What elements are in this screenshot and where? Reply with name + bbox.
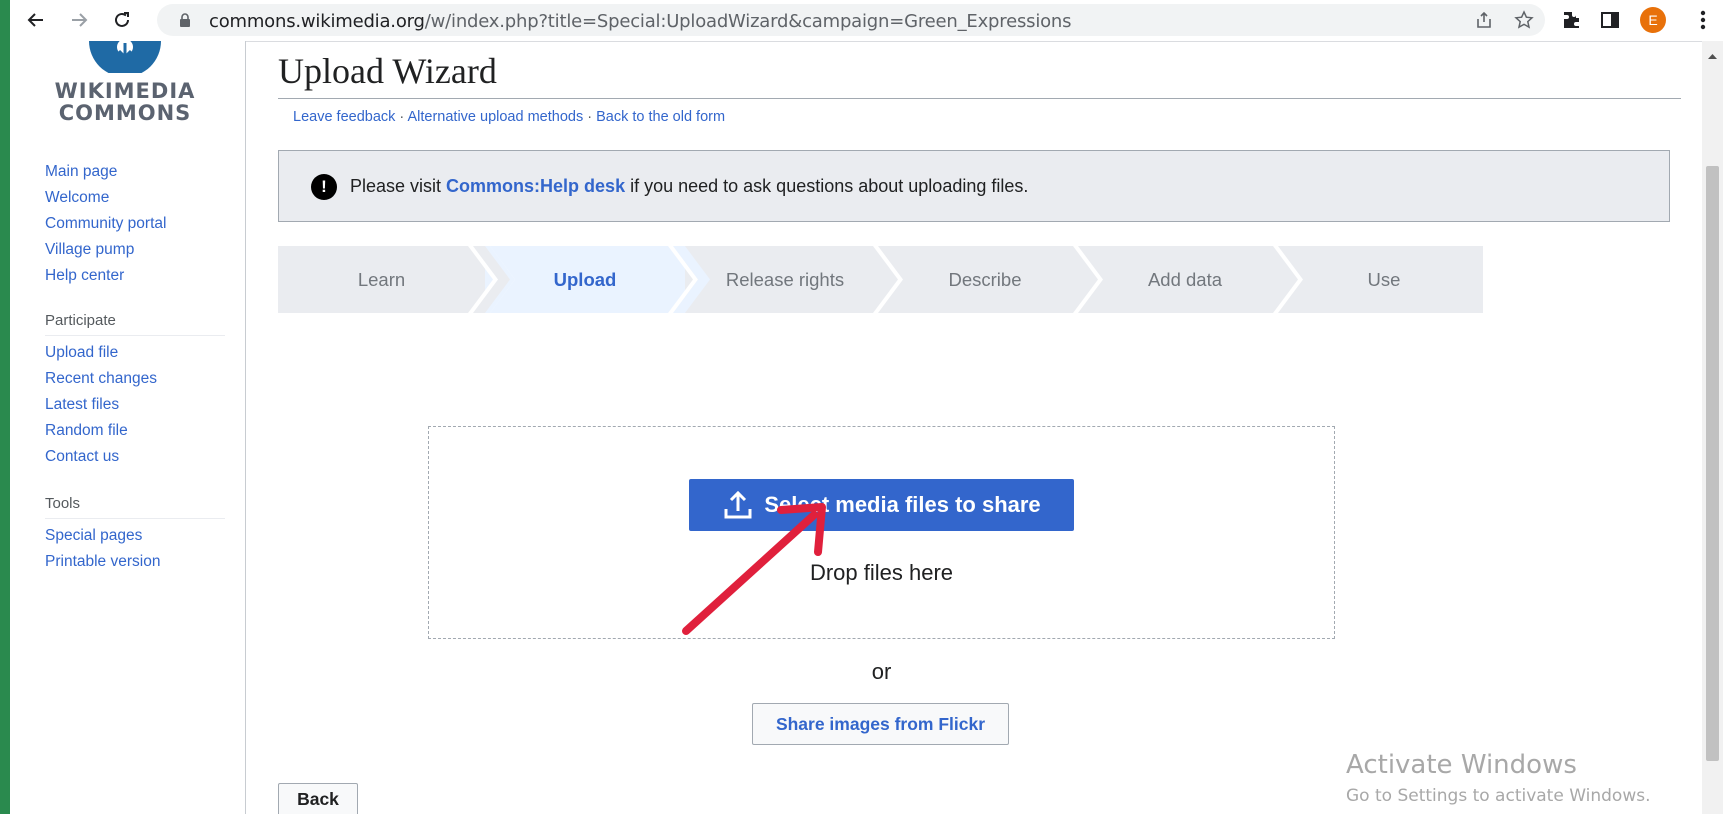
activate-windows-subtitle: Go to Settings to activate Windows. (1346, 786, 1651, 806)
title-divider (278, 98, 1681, 99)
profile-avatar[interactable]: E (1640, 7, 1666, 33)
notice-prefix: Please visit (350, 176, 447, 196)
logo-text-line2: COMMONS (58, 101, 192, 125)
wizard-links: Leave feedback · Alternative upload meth… (293, 109, 725, 125)
page-scrollbar[interactable] (1702, 41, 1723, 814)
back-icon[interactable] (22, 6, 50, 34)
file-drop-zone[interactable] (428, 426, 1335, 639)
side-panel-icon[interactable] (1597, 7, 1623, 33)
sidebar-item-special-pages[interactable]: Special pages (45, 523, 225, 549)
activate-windows-title: Activate Windows (1346, 750, 1577, 780)
menu-icon[interactable] (1690, 7, 1716, 33)
sidebar-item-printable-version[interactable]: Printable version (45, 549, 225, 575)
sidebar-heading-participate: Participate (45, 309, 225, 336)
sidebar-item-latest-files[interactable]: Latest files (45, 392, 225, 418)
logo-icon (89, 41, 161, 73)
annotation-arrow (682, 503, 826, 635)
back-button[interactable]: Back (278, 783, 358, 814)
or-separator-text: or (871, 659, 892, 684)
notice-text: Please visit Commons:Help desk if you ne… (350, 176, 1028, 197)
sidebar-item-village-pump[interactable]: Village pump (45, 237, 225, 263)
extensions-icon[interactable] (1558, 7, 1584, 33)
sidebar-item-recent-changes[interactable]: Recent changes (45, 366, 225, 392)
wikimedia-commons-logo[interactable]: WIKIMEDIA COMMONS (40, 41, 210, 125)
url-path: /w/index.php?title=Special:UploadWizard&… (424, 11, 1072, 32)
select-media-files-label: Select media files to share (764, 492, 1041, 517)
lock-icon[interactable] (179, 13, 191, 27)
drop-files-text: Drop files here (809, 560, 954, 585)
sidebar: WIKIMEDIA COMMONS Main page Welcome Comm… (10, 41, 246, 814)
scroll-up-icon[interactable] (1702, 49, 1723, 63)
sidebar-heading-tools: Tools (45, 492, 225, 519)
sidebar-item-random-file[interactable]: Random file (45, 418, 225, 444)
exclamation-icon: ! (311, 174, 337, 200)
url-host: commons.wikimedia.org (209, 11, 425, 32)
link-separator: · (583, 109, 597, 125)
share-icon[interactable] (1473, 9, 1495, 31)
scrollbar-thumb[interactable] (1706, 166, 1719, 761)
help-notice: ! Please visit Commons:Help desk if you … (278, 150, 1670, 222)
sidebar-item-upload-file[interactable]: Upload file (45, 340, 225, 366)
page-title: Upload Wizard (278, 51, 497, 91)
star-icon[interactable] (1513, 9, 1535, 31)
leave-feedback-link[interactable]: Leave feedback (293, 109, 395, 125)
upload-icon (724, 490, 752, 519)
sidebar-navigation: Main page Welcome Community portal Villa… (45, 159, 225, 289)
sidebar-item-welcome[interactable]: Welcome (45, 185, 225, 211)
old-form-link[interactable]: Back to the old form (596, 109, 725, 125)
share-from-flickr-button[interactable]: Share images from Flickr (752, 703, 1009, 745)
forward-icon[interactable] (65, 6, 93, 34)
notice-suffix: if you need to ask questions about uploa… (625, 176, 1029, 196)
step-chevrons (468, 246, 1303, 313)
link-separator: · (395, 109, 408, 125)
sidebar-item-help-center[interactable]: Help center (45, 263, 225, 289)
reload-icon[interactable] (108, 6, 136, 34)
wizard-steps: Learn Upload Release rights Describe Add… (278, 246, 1483, 313)
browser-window: commons.wikimedia.org/w/index.php?title=… (10, 0, 1723, 814)
sidebar-item-main-page[interactable]: Main page (45, 159, 225, 185)
address-bar[interactable]: commons.wikimedia.org/w/index.php?title=… (157, 4, 1545, 36)
sidebar-item-contact-us[interactable]: Contact us (45, 444, 225, 470)
sidebar-participate: Participate Upload file Recent changes L… (45, 309, 225, 470)
help-desk-link[interactable]: Commons:Help desk (446, 176, 625, 196)
alternative-upload-link[interactable]: Alternative upload methods (407, 109, 583, 125)
sidebar-item-community-portal[interactable]: Community portal (45, 211, 225, 237)
url-text[interactable]: commons.wikimedia.org/w/index.php?title=… (209, 11, 1072, 32)
logo-text-line1: WIKIMEDIA (54, 79, 196, 103)
sidebar-tools: Tools Special pages Printable version (45, 492, 225, 575)
browser-toolbar: commons.wikimedia.org/w/index.php?title=… (10, 0, 1723, 42)
select-media-files-button[interactable]: Select media files to share (689, 479, 1074, 531)
